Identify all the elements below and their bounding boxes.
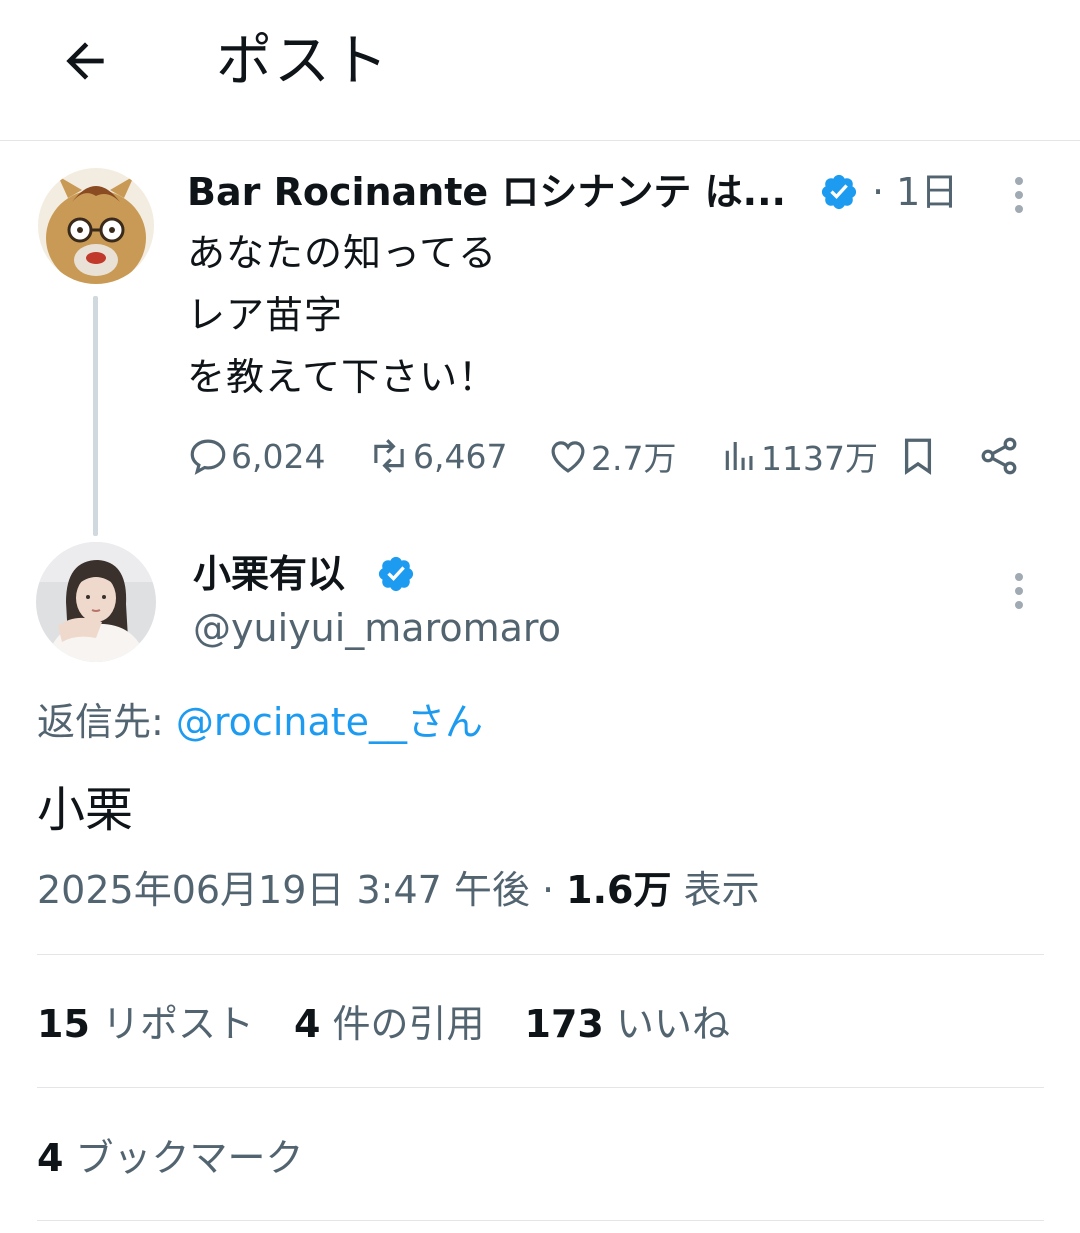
repost-button[interactable]: 6,467: [367, 430, 507, 482]
like-count: 2.7万: [591, 439, 677, 478]
verified-badge-icon: [376, 554, 416, 594]
divider: [37, 954, 1044, 955]
bookmarks-stat[interactable]: 4 ブックマーク: [37, 1132, 304, 1184]
views-button[interactable]: 1137万: [717, 430, 878, 482]
divider: [37, 1087, 1044, 1088]
thread-connector: [93, 296, 98, 536]
author-name[interactable]: 小栗有以: [193, 548, 345, 600]
quotes-count: 4: [293, 1002, 321, 1046]
reply-to-mention[interactable]: @rocinate__さん: [176, 700, 483, 744]
quotes-label: 件の引用: [320, 1002, 485, 1046]
timestamp[interactable]: 2025年06月19日 3:47 午後 ·: [37, 868, 566, 912]
more-options-button[interactable]: [1004, 570, 1034, 612]
likes-count: 173: [524, 1002, 604, 1046]
repost-icon: [374, 439, 404, 473]
heart-icon: [551, 441, 585, 473]
horse-mascot-avatar: [38, 168, 154, 284]
views-label: 表示: [671, 868, 760, 912]
bookmarks-label: ブックマーク: [63, 1136, 304, 1180]
likes-label: いいね: [603, 1002, 730, 1046]
reposts-label: リポスト: [89, 1002, 254, 1046]
back-button[interactable]: [50, 26, 120, 96]
post-metadata: 2025年06月19日 3:47 午後 · 1.6万 表示: [37, 864, 760, 916]
like-button[interactable]: 2.7万: [547, 430, 676, 482]
verified-badge-icon: [819, 172, 859, 212]
more-vertical-icon: [1015, 177, 1023, 213]
author-name[interactable]: Bar Rocinante ロシナンテ は...: [187, 166, 786, 218]
reply-icon: [190, 439, 226, 475]
post-text-line: を教えて下さい！: [187, 355, 498, 399]
post-text-line: レア苗字: [187, 293, 344, 337]
profile-photo: [36, 542, 156, 662]
likes-stat[interactable]: 173 いいね: [525, 1002, 730, 1046]
action-bar: 6,024 6,467 2.7万 1137万: [187, 430, 1037, 482]
page-title: ポスト: [216, 29, 390, 94]
share-icon: [981, 437, 1017, 475]
avatar[interactable]: [36, 542, 156, 662]
repost-count: 6,467: [413, 436, 508, 476]
author-handle[interactable]: @yuiyui_maromaro: [193, 602, 561, 654]
share-button[interactable]: [977, 430, 1021, 482]
top-bar: [0, 0, 1080, 141]
reposts-stat[interactable]: 15 リポスト: [37, 1002, 254, 1046]
reply-count: 6,024: [231, 436, 326, 476]
engagement-stats: 15 リポスト 4 件の引用 173 いいね: [37, 998, 730, 1050]
analytics-icon: [725, 442, 753, 470]
divider: [37, 1220, 1044, 1221]
views-count: 1.6万: [566, 868, 672, 912]
bookmark-button[interactable]: [897, 430, 939, 482]
bookmark-icon: [904, 438, 932, 475]
post-text-line: あなたの知ってる: [187, 231, 498, 275]
view-count: 1137万: [761, 439, 878, 478]
post-time[interactable]: · 1日: [872, 166, 958, 218]
avatar[interactable]: [38, 168, 154, 284]
quotes-stat[interactable]: 4 件の引用: [294, 1002, 485, 1046]
arrow-left-icon: [66, 42, 104, 80]
reply-text: 小栗: [37, 782, 134, 838]
reposts-count: 15: [37, 1002, 90, 1046]
more-vertical-icon: [1015, 573, 1023, 609]
more-options-button[interactable]: [1004, 174, 1034, 216]
reply-context: 返信先: @rocinate__さん: [37, 696, 483, 748]
reply-button[interactable]: 6,024: [187, 430, 325, 482]
reply-to-label: 返信先:: [37, 700, 176, 744]
bookmarks-count: 4: [37, 1136, 64, 1180]
